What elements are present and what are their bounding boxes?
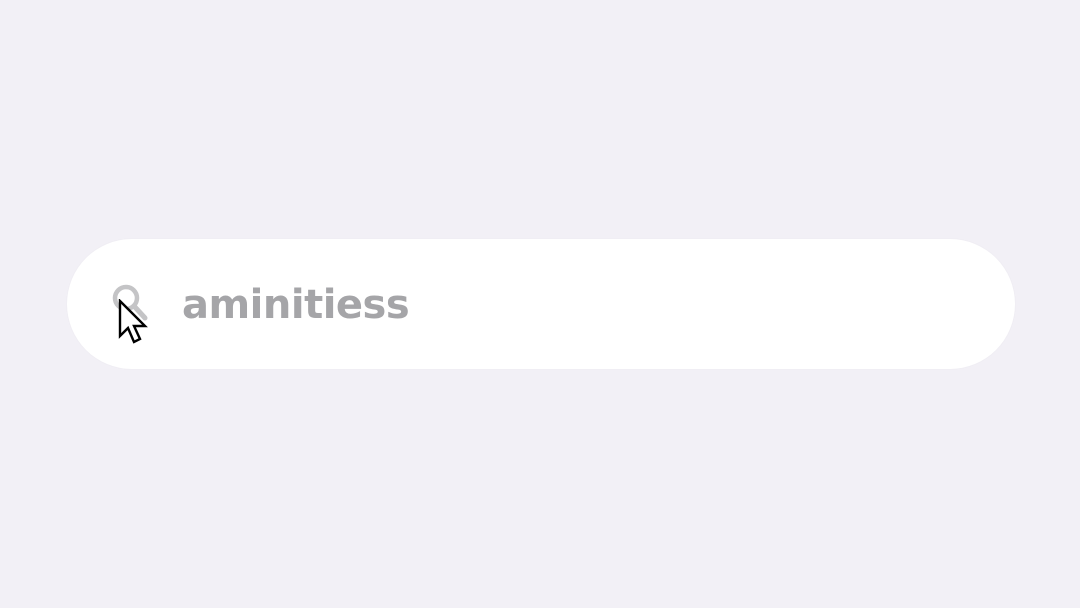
search-input[interactable]	[182, 270, 962, 340]
screen	[0, 0, 1080, 608]
